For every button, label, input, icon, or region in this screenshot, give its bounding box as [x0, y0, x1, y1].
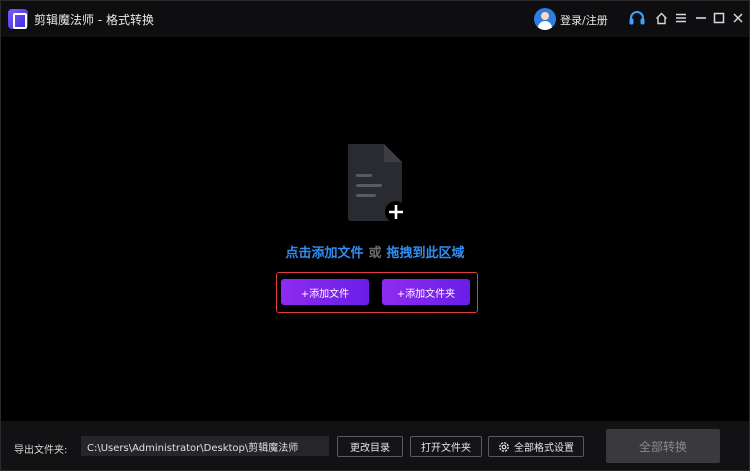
menu-icon[interactable]	[672, 9, 690, 27]
convert-all-button[interactable]: 全部转换	[606, 429, 720, 463]
open-folder-button[interactable]: 打开文件夹	[410, 436, 482, 457]
add-folder-button[interactable]: +添加文件夹	[382, 279, 470, 305]
drop-hint: 点击添加文件或拖拽到此区域	[1, 242, 749, 261]
output-path-field[interactable]	[81, 436, 329, 456]
app-title: 剪辑魔法师 - 格式转换	[34, 13, 154, 27]
add-file-icon[interactable]	[346, 144, 407, 256]
gear-icon	[498, 441, 510, 453]
app-logo-icon	[8, 9, 28, 29]
app-window: 剪辑魔法师 - 格式转换 登录/注册 点击添加文件 或 拖拽到此区域 +添加文件…	[0, 0, 750, 471]
login-register-link[interactable]: 登录/注册	[560, 12, 608, 28]
or-label: 或	[368, 246, 382, 261]
drag-here-label: 拖拽到此区域	[386, 246, 465, 261]
all-format-settings-button[interactable]: 全部格式设置	[488, 436, 584, 457]
maximize-icon[interactable]	[710, 9, 728, 27]
output-folder-label: 导出文件夹:	[14, 445, 68, 456]
headset-icon[interactable]	[628, 9, 646, 27]
click-add-file-link[interactable]: 点击添加文件	[285, 246, 363, 261]
add-file-button[interactable]: +添加文件	[281, 279, 369, 305]
title-bar: 剪辑魔法师 - 格式转换 登录/注册	[1, 1, 749, 37]
drop-zone[interactable]: 点击添加文件或拖拽到此区域 +添加文件 +添加文件夹	[1, 37, 749, 421]
avatar-icon[interactable]	[534, 8, 556, 30]
minimize-icon[interactable]	[692, 9, 710, 27]
change-directory-button[interactable]: 更改目录	[337, 436, 403, 457]
all-format-settings-label: 全部格式设置	[514, 443, 574, 454]
close-icon[interactable]	[729, 9, 747, 27]
bottom-bar: 导出文件夹: 更改目录 打开文件夹 全部格式设置 全部转换	[1, 421, 749, 470]
home-icon[interactable]	[652, 9, 670, 27]
